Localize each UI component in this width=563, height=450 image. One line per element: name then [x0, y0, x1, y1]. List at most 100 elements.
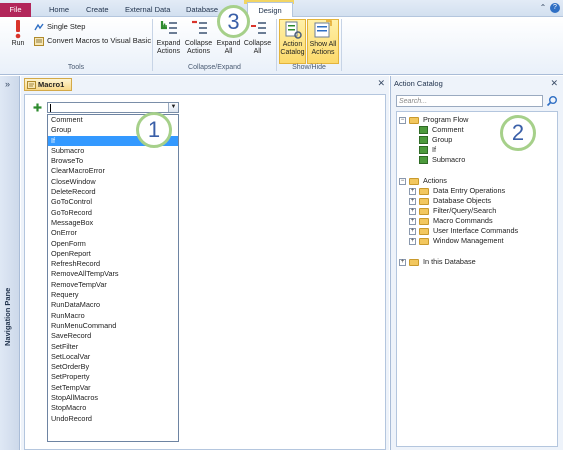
collapse-node-icon[interactable]: −	[399, 116, 406, 124]
expand-nav-pane-icon[interactable]: »	[5, 79, 10, 89]
dropdown-item[interactable]: RemoveTempVar	[48, 280, 178, 290]
action-dropdown-list[interactable]: Comment Group If Submacro BrowseTo ClearMacro…	[47, 114, 179, 442]
tab-macro1[interactable]: Macro1	[24, 78, 72, 91]
dropdown-item[interactable]: CloseWindow	[48, 177, 178, 187]
dropdown-item[interactable]: SetFilter	[48, 342, 178, 352]
action-catalog-line1: Action	[282, 41, 303, 48]
dropdown-item[interactable]: SetOrderBy	[48, 362, 178, 372]
show-all-actions-icon	[314, 20, 332, 38]
dropdown-item[interactable]: BrowseTo	[48, 156, 178, 166]
tab-external-data[interactable]: External Data	[125, 3, 170, 17]
show-all-actions-button[interactable]: Show All Actions	[307, 19, 339, 64]
expand-node-icon[interactable]: +	[409, 207, 416, 215]
action-catalog-title: Action Catalog	[394, 79, 443, 88]
dropdown-item[interactable]: RemoveAllTempVars	[48, 269, 178, 279]
dropdown-item[interactable]: RunDataMacro	[48, 300, 178, 310]
minimize-ribbon-icon[interactable]: ⌃	[538, 3, 548, 13]
dropdown-item[interactable]: ClearMacroError	[48, 166, 178, 176]
catalog-search-input[interactable]: Search...	[396, 95, 543, 107]
expand-node-icon[interactable]: +	[409, 237, 416, 245]
dropdown-item[interactable]: GoToControl	[48, 197, 178, 207]
dropdown-item[interactable]: SetTempVar	[48, 383, 178, 393]
tree-item-filter-query-search[interactable]: + Filter/Query/Search	[409, 206, 496, 216]
tab-file[interactable]: File	[0, 3, 31, 17]
dropdown-item[interactable]: RunMacro	[48, 311, 178, 321]
tree-program-flow[interactable]: − Program Flow	[399, 115, 468, 125]
tree-item-macro-commands[interactable]: + Macro Commands	[409, 216, 493, 226]
if-action-icon	[419, 146, 428, 155]
expand-actions-button[interactable]: Expand Actions	[154, 19, 183, 56]
action-catalog-line2: Catalog	[280, 49, 305, 56]
dropdown-item[interactable]: DeleteRecord	[48, 187, 178, 197]
dropdown-item[interactable]: UndoRecord	[48, 414, 178, 424]
expand-node-icon[interactable]: +	[399, 258, 406, 266]
action-catalog-button[interactable]: Action Catalog	[279, 19, 306, 64]
navigation-pane-label: Navigation Pane	[3, 287, 12, 346]
convert-macros-button[interactable]: Convert Macros to Visual Basic	[34, 36, 151, 46]
expand-node-icon[interactable]: +	[409, 217, 416, 225]
collapse-actions-button[interactable]: Collapse Actions	[184, 19, 213, 56]
action-catalog-pane: Action Catalog ✕ Search... − Program Flow…	[390, 76, 563, 450]
tree-item-submacro[interactable]: Submacro	[419, 155, 465, 165]
tree-item-comment[interactable]: Comment	[419, 125, 464, 135]
text-cursor	[50, 104, 51, 112]
dropdown-item[interactable]: MessageBox	[48, 218, 178, 228]
tab-design[interactable]: Design	[247, 2, 293, 18]
help-icon[interactable]: ?	[550, 3, 560, 13]
expand-all-line1: Expand	[216, 40, 241, 47]
dropdown-item[interactable]: GoToRecord	[48, 208, 178, 218]
ribbon: Run Single Step Convert Macros to Visual…	[0, 17, 563, 75]
comment-action-icon	[419, 126, 428, 135]
single-step-button[interactable]: Single Step	[34, 22, 85, 32]
folder-icon	[419, 207, 429, 215]
macro-icon	[27, 81, 36, 89]
close-catalog-icon[interactable]: ✕	[550, 78, 558, 89]
dropdown-item[interactable]: OpenForm	[48, 239, 178, 249]
search-icon[interactable]	[546, 95, 558, 107]
dropdown-item[interactable]: StopAllMacros	[48, 393, 178, 403]
show-hide-group-label: Show/Hide	[292, 64, 326, 71]
tree-item-database-objects[interactable]: + Database Objects	[409, 196, 491, 206]
collapse-all-line2: All	[253, 48, 262, 55]
macro-document-area: Macro1 ✕ ▼ Comment Group If Submacro BrowseT…	[21, 76, 389, 450]
navigation-pane[interactable]: » Navigation Pane	[0, 76, 20, 450]
expand-node-icon[interactable]: +	[409, 197, 416, 205]
close-document-icon[interactable]: ✕	[377, 78, 385, 89]
convert-icon	[34, 36, 44, 46]
tree-item-if[interactable]: If	[419, 145, 436, 155]
folder-icon	[419, 227, 429, 235]
dropdown-item[interactable]: SetProperty	[48, 372, 178, 382]
add-new-action-combo[interactable]: ▼	[47, 102, 179, 113]
tree-item-data-entry[interactable]: + Data Entry Operations	[409, 186, 505, 196]
action-catalog-icon	[285, 21, 302, 39]
run-icon	[15, 20, 21, 39]
dropdown-item[interactable]: RefreshRecord	[48, 259, 178, 269]
collapse-node-icon[interactable]: −	[399, 177, 406, 185]
tree-item-label: Submacro	[432, 155, 466, 164]
macro-canvas[interactable]: ▼ Comment Group If Submacro BrowseTo ClearMac…	[24, 94, 386, 450]
callout-3: 3	[217, 5, 250, 38]
expand-node-icon[interactable]: +	[409, 187, 416, 195]
tab-create[interactable]: Create	[86, 3, 109, 17]
tab-home[interactable]: Home	[49, 3, 69, 17]
run-button[interactable]: Run	[6, 19, 30, 48]
dropdown-item[interactable]: SetLocalVar	[48, 352, 178, 362]
tree-in-this-database[interactable]: + In this Database	[399, 257, 476, 267]
tree-item-group[interactable]: Group	[419, 135, 452, 145]
tab-database[interactable]: Database	[186, 3, 218, 17]
tree-item-ui-commands[interactable]: + User Interface Commands	[409, 226, 518, 236]
dropdown-item[interactable]: OnError	[48, 228, 178, 238]
dropdown-item[interactable]: Requery	[48, 290, 178, 300]
dropdown-item[interactable]: StopMacro	[48, 403, 178, 413]
single-step-icon	[34, 23, 44, 30]
tree-item-label: User Interface Commands	[433, 226, 519, 235]
tree-item-window-management[interactable]: + Window Management	[409, 236, 504, 246]
expand-node-icon[interactable]: +	[409, 227, 416, 235]
tree-actions[interactable]: − Actions	[399, 176, 447, 186]
tree-item-label: Comment	[432, 125, 464, 134]
dropdown-arrow-icon[interactable]: ▼	[168, 103, 178, 112]
tree-item-label: If	[432, 145, 437, 154]
dropdown-item[interactable]: OpenReport	[48, 249, 178, 259]
dropdown-item[interactable]: RunMenuCommand	[48, 321, 178, 331]
dropdown-item[interactable]: SaveRecord	[48, 331, 178, 341]
